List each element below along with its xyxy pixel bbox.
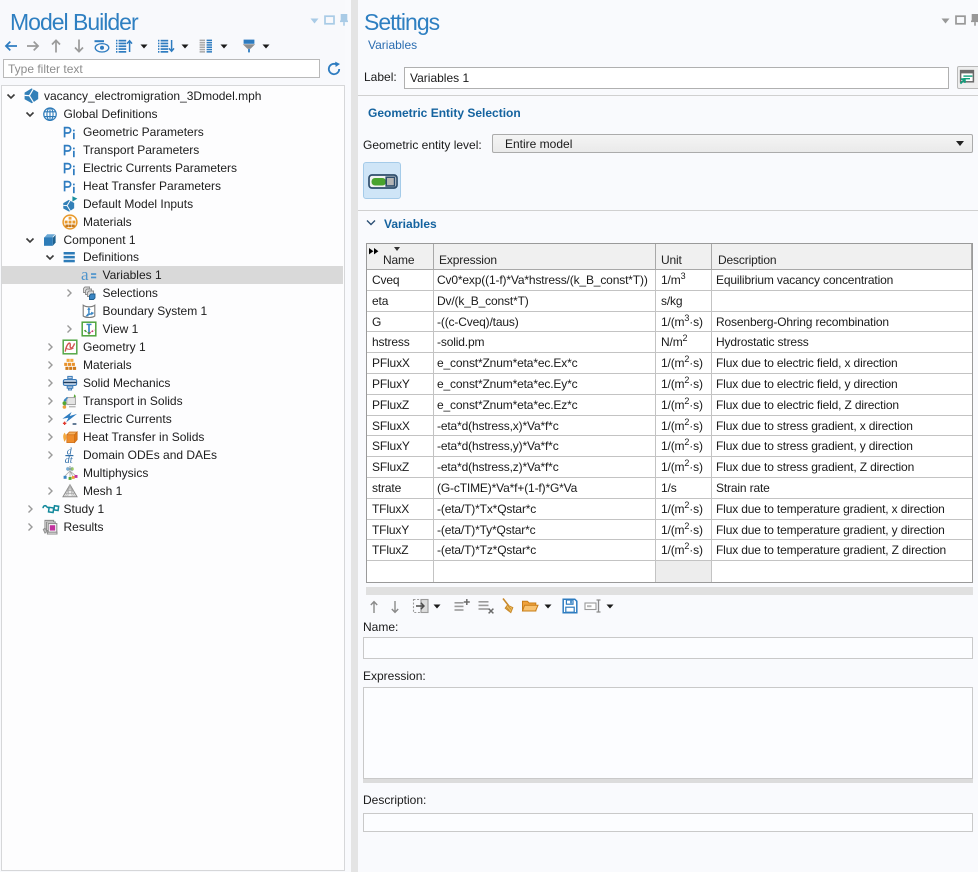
svg-text:a: a (81, 267, 89, 283)
svg-text:dt: dt (64, 455, 72, 463)
